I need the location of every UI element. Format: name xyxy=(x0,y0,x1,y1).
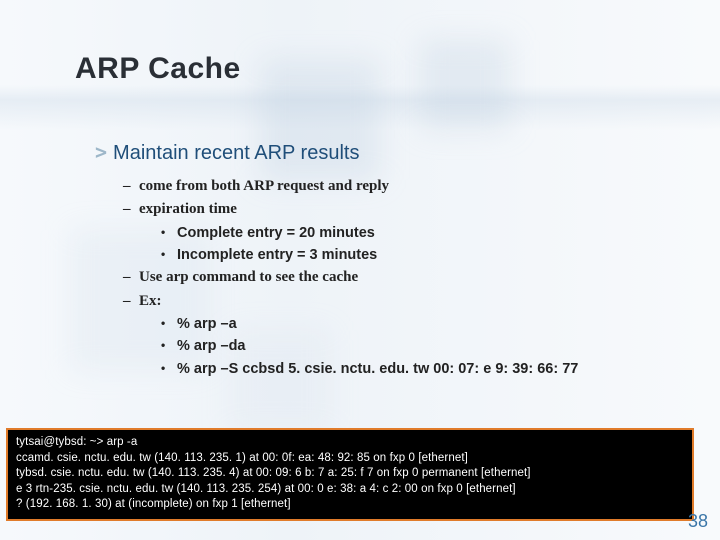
heading-lvl1: > Maintain recent ARP results xyxy=(95,140,690,165)
slide: ARP Cache > Maintain recent ARP results c… xyxy=(0,0,720,540)
list-lvl2: come from both ARP request and reply exp… xyxy=(123,175,690,222)
list-item: Incomplete entry = 3 minutes xyxy=(161,244,690,266)
terminal-line: ? (192. 168. 1. 30) at (incomplete) on f… xyxy=(16,497,684,513)
list-lvl3: % arp –a % arp –da % arp –S ccbsd 5. csi… xyxy=(161,313,690,380)
terminal-line: tytsai@tybsd: ~> arp -a xyxy=(16,435,684,451)
content-body: > Maintain recent ARP results come from b… xyxy=(95,140,690,380)
page-number: 38 xyxy=(688,511,708,532)
list-item: Ex: xyxy=(123,290,690,313)
list-item: % arp –S ccbsd 5. csie. nctu. edu. tw 00… xyxy=(161,358,690,380)
list-item: Complete entry = 20 minutes xyxy=(161,222,690,244)
list-lvl2: Use arp command to see the cache Ex: xyxy=(123,266,690,313)
terminal-line: tybsd. csie. nctu. edu. tw (140. 113. 23… xyxy=(16,466,684,482)
list-item: expiration time xyxy=(123,198,690,221)
list-lvl3: Complete entry = 20 minutes Incomplete e… xyxy=(161,222,690,267)
list-item: Use arp command to see the cache xyxy=(123,266,690,289)
list-item: % arp –da xyxy=(161,335,690,357)
terminal-line: ccamd. csie. nctu. edu. tw (140. 113. 23… xyxy=(16,451,684,467)
chevron-icon: > xyxy=(95,140,107,164)
terminal-output: tytsai@tybsd: ~> arp -a ccamd. csie. nct… xyxy=(6,428,694,521)
heading-text: Maintain recent ARP results xyxy=(113,142,359,164)
terminal-line: e 3 rtn-235. csie. nctu. edu. tw (140. 1… xyxy=(16,482,684,498)
list-item: % arp –a xyxy=(161,313,690,335)
page-title: ARP Cache xyxy=(75,52,241,86)
list-item: come from both ARP request and reply xyxy=(123,175,690,198)
